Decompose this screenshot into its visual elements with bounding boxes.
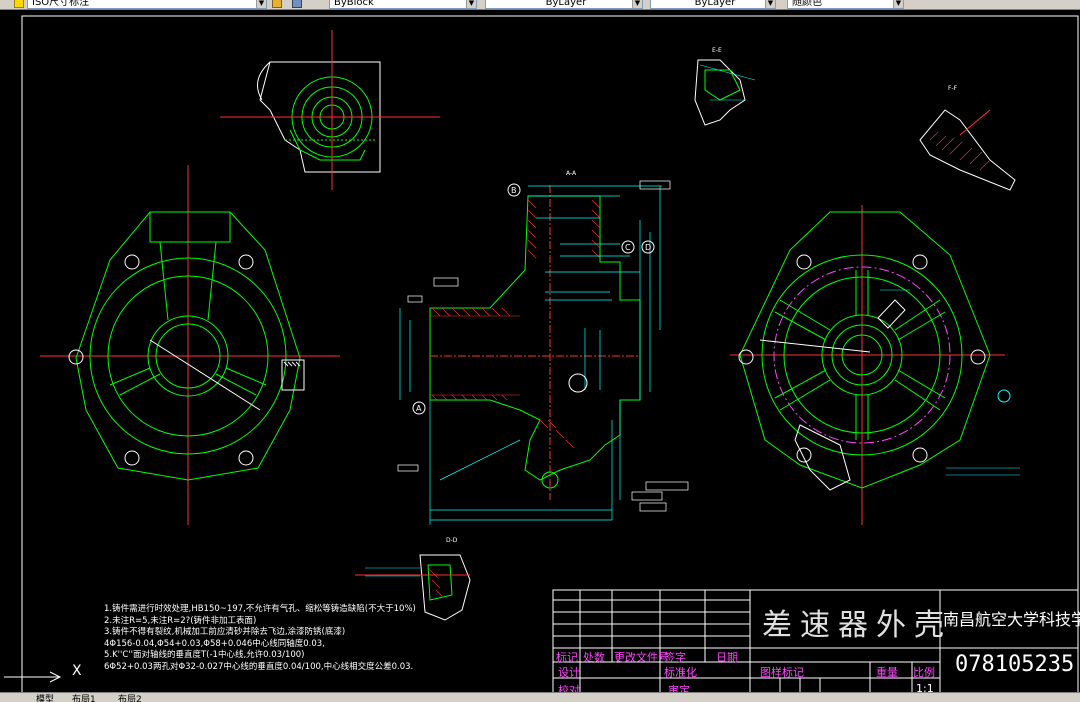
datum-label-a: A [416, 404, 422, 413]
label-standardize: 标准化 [664, 666, 697, 679]
tab-layout1[interactable]: 布局1 [72, 693, 96, 702]
note-line: 3.铸件不得有裂纹,机械加工前应清砂并除去飞边,涂漆防锈(底漆) [104, 627, 346, 637]
front-view-left [40, 165, 340, 525]
plotstyle-combo[interactable]: 随颜色 ▼ [787, 0, 904, 9]
label-mark: 标记 [556, 651, 578, 664]
label-pattern-mark: 图样标记 [760, 666, 804, 679]
lineweight-combo[interactable]: ByLayer ▼ [650, 0, 776, 9]
layer-states-icon[interactable] [292, 0, 302, 8]
chevron-down-icon[interactable]: ▼ [466, 0, 476, 8]
section-view-aa: A-A B C D A [397, 170, 689, 525]
label-weight: 重量 [876, 666, 898, 679]
ucs-icon [4, 671, 62, 683]
section-label-dd: D-D [446, 537, 458, 544]
chevron-down-icon[interactable]: ▼ [893, 0, 903, 8]
dimension-style-value: ISO尺寸标注 [32, 0, 90, 8]
section-label-ee: E-E [712, 47, 722, 54]
note-line: 4Φ156-0.04,Φ54+0.03,Φ58+0.046中心线同轴度0.03, [104, 638, 325, 649]
tab-layout2[interactable]: 布局2 [118, 693, 142, 702]
chevron-down-icon[interactable]: ▼ [256, 0, 266, 8]
linetype-combo-value: ByLayer [545, 0, 587, 8]
datum-label-c: C [625, 243, 631, 252]
label-scale: 比例 [913, 666, 935, 679]
note-line: 6Φ52+0.03两孔对Φ32-0.027中心线的垂直度0.04/100,中心线… [104, 661, 414, 672]
color-combo[interactable]: ByBlock ▼ [329, 0, 477, 9]
label-count: 处数 [583, 651, 605, 664]
drawing-canvas[interactable]: A-A B C D A E-E F-F D-D 差速器外壳 南昌航空大学科技学 … [0, 11, 1080, 697]
technical-notes: 1.铸件需进行时效处理,HB150~197,不允许有气孔、缩松等铸造缺陷(不大于… [104, 604, 416, 673]
partial-view-top-left [220, 30, 440, 190]
section-label-ff: F-F [948, 85, 958, 92]
linetype-combo[interactable]: ByLayer ▼ [485, 0, 643, 9]
section-view-ee: E-E [694, 47, 756, 126]
school-name: 南昌航空大学科技学院 [943, 610, 1080, 629]
note-line: 5.K''C''面对轴线的垂直度T(-1中心线,允许0.03/100) [104, 650, 305, 660]
layout-tabs: 模型 布局1 布局2 [0, 692, 1080, 702]
label-change-doc: 更改文件号 [614, 651, 669, 664]
label-date: 日期 [716, 651, 738, 664]
dimension-style-combo[interactable]: ISO尺寸标注 ▼ [27, 0, 267, 9]
drawing-number: 078105235 [955, 652, 1075, 677]
cad-drawing[interactable]: A-A B C D A E-E F-F D-D [0, 11, 1080, 692]
datum-label-d: D [645, 243, 651, 252]
tab-model[interactable]: 模型 [36, 693, 54, 702]
label-design: 设计 [558, 666, 580, 679]
front-view-right [730, 205, 1020, 525]
note-line: 2.未注R=5,未注R=2?(铸件非加工表面) [104, 615, 257, 626]
plotstyle-combo-value: 随颜色 [792, 0, 822, 8]
chevron-down-icon[interactable]: ▼ [765, 0, 775, 8]
part-name: 差速器外壳 [762, 608, 952, 643]
match-properties-icon[interactable] [272, 0, 282, 8]
properties-toolbar: ISO尺寸标注 ▼ ByBlock ▼ ByLayer ▼ ByLayer ▼ … [0, 0, 1080, 10]
ucs-x-label: X [72, 663, 82, 679]
section-label-aa: A-A [566, 170, 577, 177]
layer-icon[interactable] [14, 0, 24, 8]
label-sign: 签字 [664, 651, 686, 664]
chevron-down-icon[interactable]: ▼ [632, 0, 642, 8]
datum-label-b: B [511, 186, 517, 195]
note-line: 1.铸件需进行时效处理,HB150~197,不允许有气孔、缩松等铸造缺陷(不大于… [104, 604, 416, 614]
section-view-ff: F-F [919, 85, 1016, 191]
lineweight-combo-value: ByLayer [694, 0, 736, 8]
color-combo-value: ByBlock [334, 0, 374, 8]
